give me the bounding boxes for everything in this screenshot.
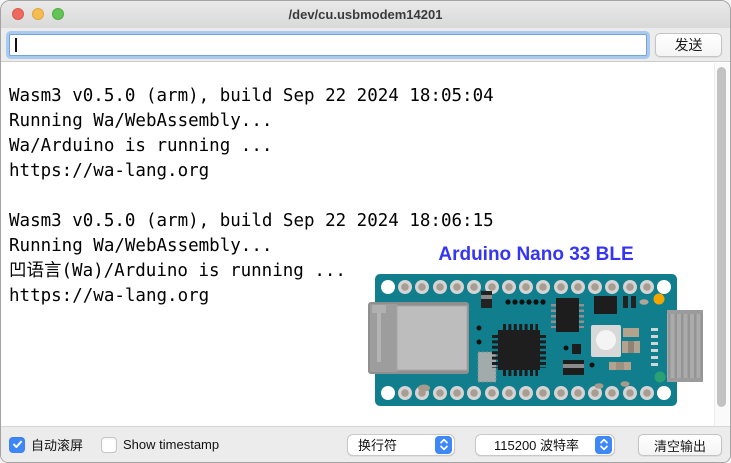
- send-toolbar: 发送: [1, 28, 730, 62]
- timestamp-label: Show timestamp: [123, 437, 219, 452]
- scrollbar-thumb[interactable]: [717, 67, 726, 407]
- checkbox-icon[interactable]: [101, 437, 117, 453]
- timestamp-checkbox[interactable]: Show timestamp: [101, 437, 219, 453]
- minimize-icon[interactable]: [32, 8, 44, 20]
- autoscroll-checkbox[interactable]: 自动滚屏: [9, 435, 83, 454]
- baud-rate-select[interactable]: 115200 波特率: [475, 434, 615, 456]
- close-icon[interactable]: [12, 8, 24, 20]
- window-title: /dev/cu.usbmodem14201: [81, 1, 650, 28]
- checkbox-icon[interactable]: [9, 437, 25, 453]
- serial-monitor-window: /dev/cu.usbmodem14201 发送 Wasm3 v0.5.0 (a…: [0, 0, 731, 463]
- autoscroll-label: 自动滚屏: [31, 435, 83, 454]
- baud-rate-value: 115200 波特率: [486, 435, 591, 454]
- clear-output-button[interactable]: 清空输出: [638, 434, 722, 456]
- check-icon: [12, 439, 23, 450]
- arduino-board-image: [367, 268, 705, 412]
- console-output-area: Wasm3 v0.5.0 (arm), build Sep 22 2024 18…: [1, 62, 730, 426]
- board-caption: Arduino Nano 33 BLE: [367, 244, 705, 266]
- titlebar: /dev/cu.usbmodem14201: [1, 1, 730, 29]
- chevron-up-down-icon: [595, 436, 612, 454]
- send-button[interactable]: 发送: [655, 33, 722, 57]
- zoom-icon[interactable]: [52, 8, 64, 20]
- vertical-scrollbar[interactable]: [714, 63, 729, 426]
- line-ending-select[interactable]: 换行符: [347, 434, 455, 456]
- statusbar: 自动滚屏 Show timestamp 换行符 115200 波特率: [1, 426, 730, 462]
- line-ending-value: 换行符: [358, 435, 431, 454]
- window-controls: [12, 8, 64, 20]
- serial-input[interactable]: [9, 34, 647, 56]
- text-caret-icon: [15, 38, 17, 52]
- chevron-up-down-icon: [435, 436, 452, 454]
- serial-input-wrap: [9, 34, 647, 56]
